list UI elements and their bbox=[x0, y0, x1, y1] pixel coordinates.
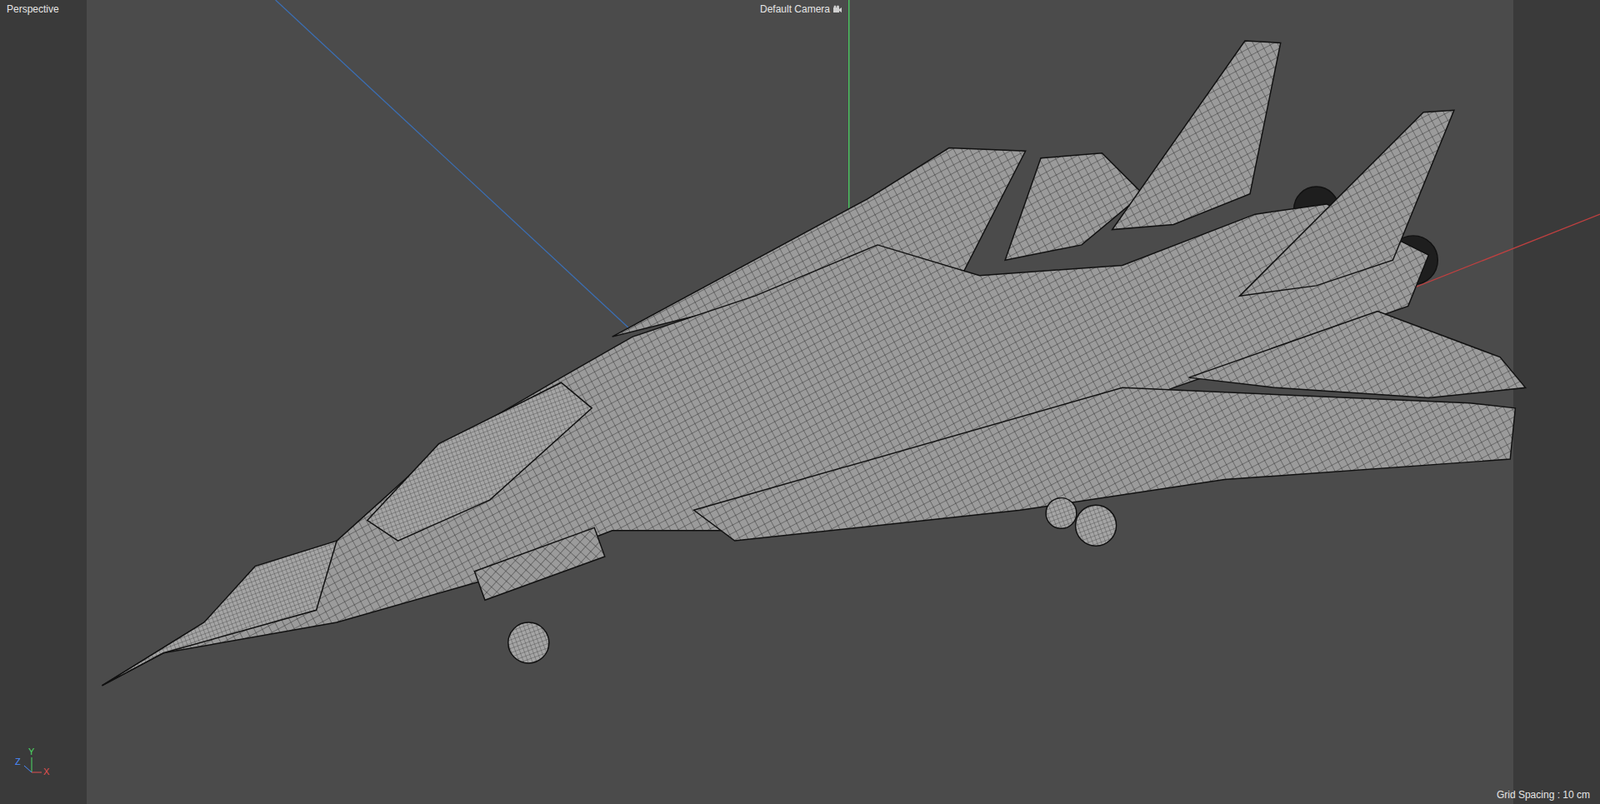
camera-icon bbox=[832, 5, 843, 14]
tail-fin[interactable] bbox=[1112, 40, 1281, 230]
axis-gizmo: ZYX bbox=[11, 750, 54, 780]
radome[interactable] bbox=[101, 540, 337, 686]
axis-label: Z bbox=[15, 757, 21, 767]
far-stabilizer[interactable] bbox=[1005, 153, 1143, 261]
camera-label[interactable]: Default Camera bbox=[758, 1, 845, 17]
axis-label: X bbox=[43, 767, 50, 777]
near-stabilizer[interactable] bbox=[1189, 311, 1526, 399]
main-wheel[interactable] bbox=[1045, 498, 1077, 530]
main-wheel[interactable] bbox=[1075, 505, 1117, 546]
view-label[interactable]: Perspective bbox=[5, 1, 61, 17]
right-letterbox bbox=[1513, 0, 1600, 804]
nose-wheel[interactable] bbox=[508, 622, 550, 664]
app-window: Perspective Default Camera Grid Spacing : … bbox=[0, 0, 1600, 804]
canopy[interactable] bbox=[367, 382, 592, 541]
left-letterbox bbox=[0, 0, 87, 804]
tail-fin[interactable] bbox=[1240, 110, 1455, 296]
scene-drawing[interactable] bbox=[0, 0, 1600, 804]
viewport-canvas[interactable] bbox=[86, 0, 1514, 804]
nose-gear-bay[interactable] bbox=[474, 527, 605, 600]
axis-label: Y bbox=[28, 747, 35, 757]
jet-model[interactable] bbox=[101, 40, 1525, 686]
grid-spacing-label: Grid Spacing : 10 cm bbox=[1495, 787, 1592, 803]
z-axis-line bbox=[275, 0, 634, 332]
